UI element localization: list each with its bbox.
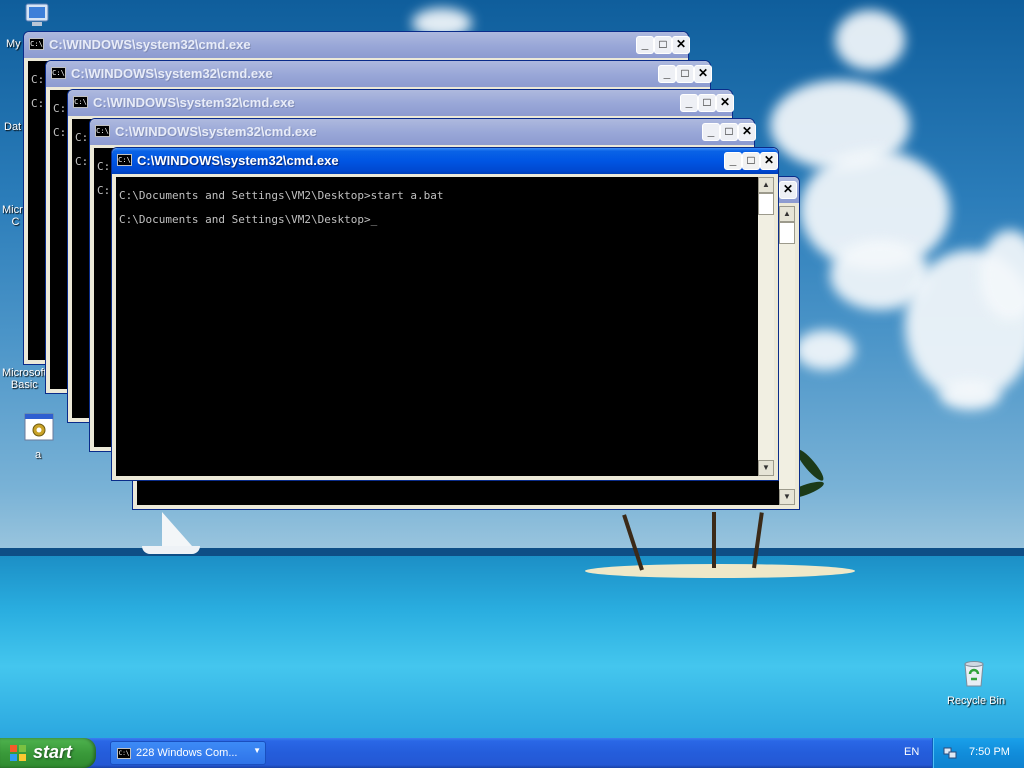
maximize-icon[interactable]: □: [742, 152, 760, 170]
desktop-wallpaper-sea: [0, 556, 1024, 740]
minimize-icon[interactable]: _: [724, 152, 742, 170]
console-line-command: C:\Documents and Settings\VM2\Desktop>st…: [119, 189, 444, 202]
console-line: C:: [75, 155, 89, 168]
chevron-down-icon: ▼: [253, 746, 261, 755]
scroll-up-icon[interactable]: ▲: [779, 206, 795, 222]
taskbar: start C:\ 228 Windows Com... ▼ EN 7:50 P…: [0, 738, 1024, 768]
window-titlebar[interactable]: C:\ C:\WINDOWS\system32\cmd.exe _ □ ✕: [112, 148, 778, 174]
console-line-prompt: C:\Documents and Settings\VM2\Desktop>_: [119, 213, 378, 226]
recycle-bin-icon[interactable]: [958, 656, 990, 688]
cmd-icon: C:\: [117, 154, 132, 166]
scroll-down-icon[interactable]: ▼: [758, 460, 774, 476]
start-button[interactable]: start: [0, 738, 96, 768]
desktop-icon-label: a: [35, 449, 42, 461]
desktop-icon-label: My: [6, 38, 21, 50]
window-title: C:\WINDOWS\system32\cmd.exe: [137, 153, 339, 168]
console-line: C:: [53, 102, 67, 115]
console-line: C:: [31, 97, 45, 110]
island: [585, 564, 855, 578]
scroll-thumb[interactable]: [758, 193, 774, 215]
minimize-icon[interactable]: _: [702, 123, 720, 141]
console-line: C:: [53, 126, 67, 139]
start-label: start: [33, 742, 73, 762]
console-area[interactable]: C:\Documents and Settings\VM2\Desktop>st…: [116, 177, 758, 476]
close-icon[interactable]: ✕: [760, 152, 778, 170]
network-icon[interactable]: [943, 746, 957, 760]
vertical-scrollbar[interactable]: ▲ ▼: [779, 206, 795, 505]
scroll-thumb[interactable]: [779, 222, 795, 244]
palm-tree: [712, 512, 716, 568]
window-titlebar[interactable]: C:\ C:\WINDOWS\system32\cmd.exe _ □ ✕: [24, 32, 690, 58]
recycle-bin-label: Recycle Bin: [947, 695, 1006, 707]
maximize-icon[interactable]: □: [654, 36, 672, 54]
console-line: C:: [97, 160, 111, 173]
cmd-icon: C:\: [95, 125, 110, 137]
window-title: C:\WINDOWS\system32\cmd.exe: [71, 66, 273, 81]
console-line: C:: [75, 131, 89, 144]
vertical-scrollbar[interactable]: ▲ ▼: [758, 177, 774, 476]
cmd-icon: C:\: [29, 38, 44, 50]
windows-logo-icon: [10, 745, 26, 761]
window-title: C:\WINDOWS\system32\cmd.exe: [49, 37, 251, 52]
window-title: C:\WINDOWS\system32\cmd.exe: [115, 124, 317, 139]
maximize-icon[interactable]: □: [676, 65, 694, 83]
minimize-icon[interactable]: _: [658, 65, 676, 83]
maximize-icon[interactable]: □: [698, 94, 716, 112]
maximize-icon[interactable]: □: [720, 123, 738, 141]
taskbar-group-button[interactable]: C:\ 228 Windows Com... ▼: [110, 741, 266, 765]
window-titlebar[interactable]: C:\ C:\WINDOWS\system32\cmd.exe _ □ ✕: [46, 61, 712, 87]
minimize-icon[interactable]: _: [636, 36, 654, 54]
sailboat-sail: [162, 512, 192, 546]
window-titlebar[interactable]: C:\ C:\WINDOWS\system32\cmd.exe _ □ ✕: [68, 90, 734, 116]
cmd-icon: C:\: [73, 96, 88, 108]
cmd-icon: C:\: [51, 67, 66, 79]
console-line: C:: [97, 184, 111, 197]
close-icon[interactable]: ✕: [672, 36, 690, 54]
console-line: C:: [31, 73, 45, 86]
window-title: C:\WINDOWS\system32\cmd.exe: [93, 95, 295, 110]
sailboat: [142, 546, 200, 554]
close-icon[interactable]: ✕: [738, 123, 756, 141]
my-computer-icon[interactable]: [22, 2, 54, 30]
cmd-window-active[interactable]: C:\ C:\WINDOWS\system32\cmd.exe _ □ ✕ C:…: [111, 147, 779, 481]
system-tray: 7:50 PM: [932, 738, 1024, 768]
batch-file-icon[interactable]: [24, 413, 54, 441]
close-icon[interactable]: ✕: [694, 65, 712, 83]
scroll-up-icon[interactable]: ▲: [758, 177, 774, 193]
close-icon[interactable]: ✕: [779, 181, 797, 199]
minimize-icon[interactable]: _: [680, 94, 698, 112]
desktop-icon-label: Microsoft Basic: [2, 367, 47, 391]
desktop-icon-label: Dat: [4, 121, 22, 133]
language-indicator[interactable]: EN: [904, 746, 919, 758]
clock[interactable]: 7:50 PM: [969, 746, 1010, 758]
taskbar-group-label: 228 Windows Com...: [136, 747, 238, 759]
scroll-down-icon[interactable]: ▼: [779, 489, 795, 505]
close-icon[interactable]: ✕: [716, 94, 734, 112]
cmd-icon: C:\: [117, 748, 131, 759]
window-titlebar[interactable]: C:\ C:\WINDOWS\system32\cmd.exe _ □ ✕: [90, 119, 756, 145]
